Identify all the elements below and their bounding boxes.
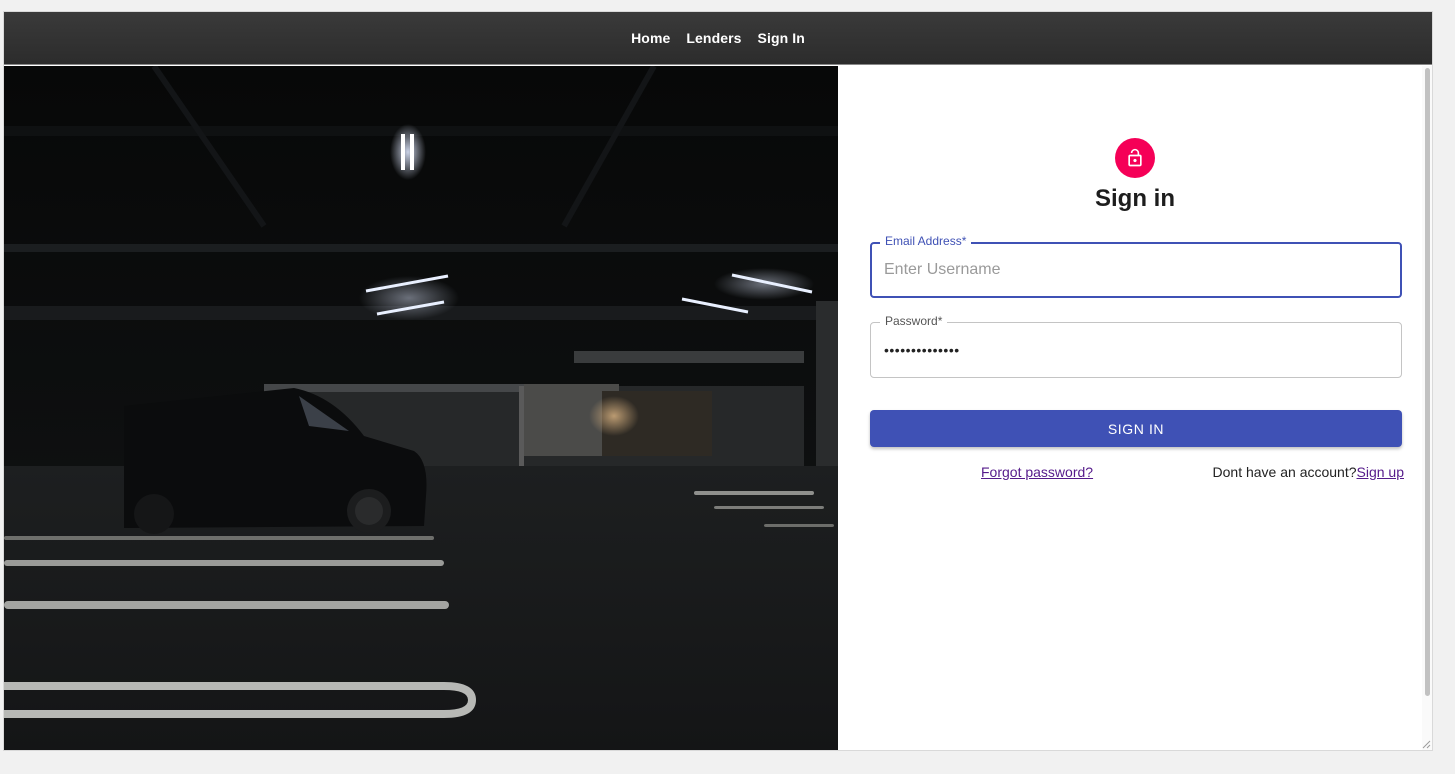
nav-lenders-link[interactable]: Lenders — [686, 30, 741, 46]
vertical-scrollbar[interactable] — [1422, 66, 1432, 750]
email-field: Email Address* — [870, 234, 1402, 298]
forgot-password-link[interactable]: Forgot password? — [981, 464, 1093, 480]
parking-garage-photo — [4, 66, 838, 750]
nav-signin-link[interactable]: Sign In — [758, 30, 805, 46]
password-field: Password* — [870, 314, 1402, 378]
lock-icon — [1128, 148, 1142, 167]
page-title: Sign in — [1095, 185, 1175, 212]
hero-image — [4, 66, 838, 750]
signin-panel: Sign in Email Address* Password* SIGN IN… — [838, 66, 1432, 750]
scrollbar-thumb[interactable] — [1425, 68, 1430, 696]
avatar — [1115, 138, 1155, 178]
resize-grip-icon[interactable] — [1421, 739, 1431, 749]
top-navbar: Home Lenders Sign In — [4, 12, 1432, 65]
sign-in-button[interactable]: SIGN IN — [870, 410, 1402, 447]
password-input[interactable] — [871, 323, 1401, 377]
nav-home-link[interactable]: Home — [631, 30, 670, 46]
sign-up-link[interactable]: Sign up — [1357, 464, 1404, 480]
browser-viewport: Home Lenders Sign In Sign in Email Addre… — [3, 11, 1433, 751]
signup-prompt: Dont have an account?Sign up — [1212, 464, 1404, 480]
email-input[interactable] — [872, 244, 1400, 296]
